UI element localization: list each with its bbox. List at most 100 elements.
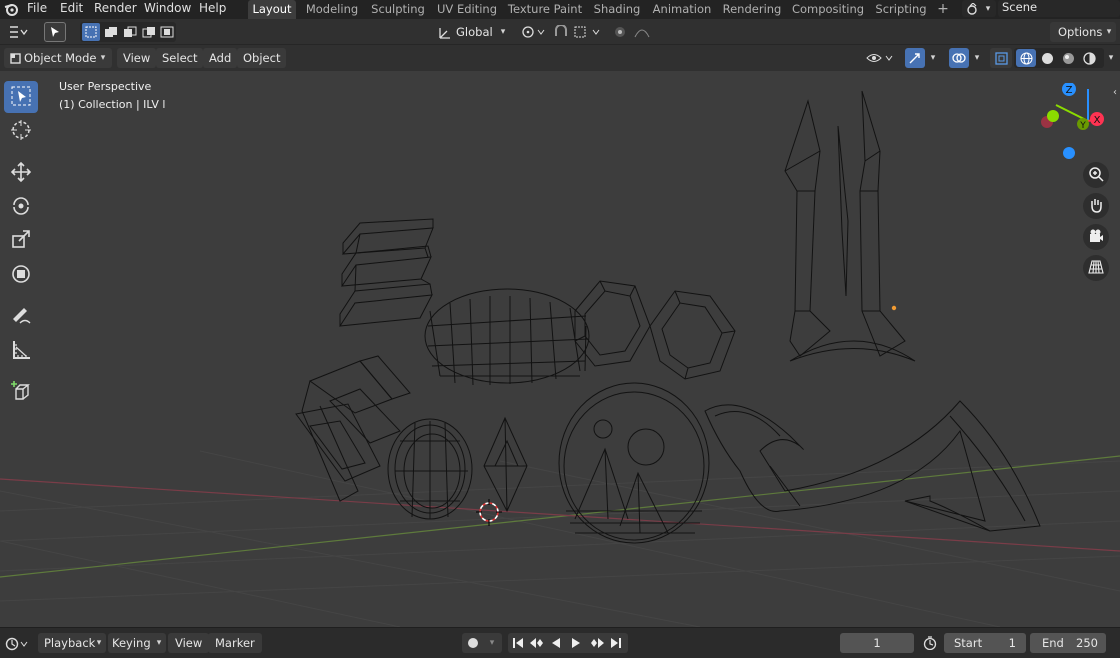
rendered-shading-icon[interactable] [1079, 49, 1099, 67]
tab-compositing[interactable]: Compositing [790, 0, 866, 19]
perspective-toggle-button[interactable] [1083, 255, 1109, 281]
measure-ruler-icon [10, 339, 32, 364]
select-invert-icon[interactable] [140, 23, 158, 41]
menu-help[interactable]: Help [199, 0, 226, 19]
playback-menu[interactable]: Playback ▾ [38, 633, 106, 653]
timeline-editor-type-menu[interactable] [4, 634, 32, 654]
tool-scale[interactable] [4, 224, 38, 256]
select-intersect-icon[interactable] [158, 23, 176, 41]
end-value: 250 [1076, 636, 1098, 650]
play-icon[interactable] [568, 635, 584, 651]
tab-layout[interactable]: Layout [248, 0, 296, 19]
marker-menu[interactable]: Marker [208, 633, 262, 653]
editor-type-menu[interactable] [4, 22, 32, 42]
auto-keying-group[interactable]: ▾ [462, 633, 502, 653]
pan-button[interactable] [1083, 193, 1109, 219]
end-label: End [1042, 636, 1064, 650]
jump-end-icon[interactable] [608, 635, 624, 651]
chevron-down-icon[interactable]: ▾ [1104, 48, 1118, 68]
cursor-3d-icon [10, 119, 32, 144]
menu-window[interactable]: Window [144, 0, 191, 19]
tool-move[interactable] [4, 157, 38, 189]
viewport-header: Object Mode ▾ View Select Add Object ▾ ▾… [0, 45, 1120, 71]
zoom-button[interactable] [1083, 162, 1109, 188]
tool-select-box[interactable] [4, 81, 38, 113]
tool-cursor[interactable] [4, 115, 38, 147]
select-tool-button[interactable] [44, 22, 66, 42]
stopwatch-icon[interactable] [920, 633, 940, 653]
square-frame [295, 355, 411, 502]
tab-sculpting[interactable]: Sculpting [368, 0, 428, 19]
tab-texture-paint[interactable]: Texture Paint [506, 0, 584, 19]
menu-render[interactable]: Render [94, 0, 137, 19]
scene-name-field[interactable]: Scene [998, 0, 1120, 17]
mode-dropdown[interactable]: Object Mode ▾ [4, 48, 112, 68]
end-frame-field[interactable]: End 250 [1030, 633, 1106, 653]
wireframe-shading-icon[interactable] [1016, 49, 1036, 67]
annotate-pencil-icon [10, 304, 32, 329]
current-frame-field[interactable]: 1 [840, 633, 914, 653]
start-frame-field[interactable]: Start 1 [944, 633, 1026, 653]
camera-icon [1088, 228, 1104, 247]
jump-start-icon[interactable] [510, 635, 526, 651]
menu-object[interactable]: Object [237, 48, 287, 68]
select-subtract-icon[interactable] [121, 23, 139, 41]
menu-view[interactable]: View [117, 48, 157, 68]
chevron-down-icon: ▾ [985, 3, 991, 14]
tool-annotate[interactable] [4, 300, 38, 332]
menu-select[interactable]: Select [156, 48, 204, 68]
transform-orientation-dropdown[interactable]: Global ▾ [432, 22, 510, 42]
material-shading-icon[interactable] [1058, 49, 1078, 67]
scene-selector[interactable]: ▾ [962, 0, 996, 17]
chevron-down-icon: ▾ [96, 638, 102, 648]
tab-modeling[interactable]: Modeling [302, 0, 362, 19]
wireframe-objects [295, 90, 1041, 544]
options-dropdown[interactable]: Options ▾ [1050, 22, 1116, 42]
tab-animation[interactable]: Animation [650, 0, 714, 19]
tab-rendering[interactable]: Rendering [720, 0, 784, 19]
menu-edit[interactable]: Edit [60, 0, 83, 19]
chevron-down-icon: ▾ [974, 53, 980, 63]
menu-add[interactable]: Add [203, 48, 238, 68]
transform-icon [10, 263, 32, 288]
solid-shading-icon[interactable] [1037, 49, 1057, 67]
select-new-icon[interactable] [82, 23, 100, 41]
options-label: Options [1058, 25, 1103, 39]
tool-add-cube[interactable] [4, 376, 38, 408]
prev-keyframe-icon[interactable] [528, 635, 546, 651]
add-workspace-button[interactable]: + [934, 0, 952, 19]
chevron-down-icon: ▾ [930, 53, 936, 63]
next-keyframe-icon[interactable] [588, 635, 606, 651]
timeline-view-menu[interactable]: View [168, 633, 210, 653]
3d-viewport[interactable]: User Perspective (1) Collection | ILV l … [0, 71, 1120, 627]
tab-uv-editing[interactable]: UV Editing [434, 0, 500, 19]
tool-rotate[interactable] [4, 190, 38, 222]
visibility-dropdown[interactable] [864, 48, 896, 68]
tab-shading[interactable]: Shading [590, 0, 644, 19]
xray-toggle[interactable] [990, 48, 1012, 68]
sidebar-toggle-icon[interactable]: ‹ [1110, 85, 1120, 99]
overlays-icon [948, 48, 969, 68]
keying-menu[interactable]: Keying ▾ [108, 633, 166, 653]
menu-file[interactable]: File [27, 0, 47, 19]
overlays-toggle-group[interactable]: ▾ [944, 48, 984, 68]
pivot-point-dropdown[interactable] [518, 22, 548, 42]
rotate-icon [10, 194, 32, 219]
cursor-arrow-icon [45, 23, 65, 41]
snapping-group[interactable] [552, 22, 604, 42]
select-extend-icon[interactable] [102, 23, 120, 41]
gizmo-toggle-group[interactable]: ▾ [900, 48, 940, 68]
x-axis-label: X [1094, 115, 1101, 126]
play-reverse-icon[interactable] [548, 635, 564, 651]
y-axis-ball[interactable] [1047, 110, 1059, 122]
camera-view-button[interactable] [1083, 224, 1109, 250]
tab-scripting[interactable]: Scripting [872, 0, 930, 19]
tool-transform[interactable] [4, 259, 38, 291]
neg-z-axis-ball[interactable] [1063, 147, 1075, 159]
blender-logo-icon[interactable] [3, 1, 19, 17]
navigation-gizmo[interactable]: Z X Y [1030, 83, 1110, 163]
orientation-label: Global [456, 25, 493, 39]
proportional-editing-group[interactable] [610, 22, 662, 42]
tool-measure[interactable] [4, 335, 38, 367]
hand-icon [1088, 197, 1104, 216]
